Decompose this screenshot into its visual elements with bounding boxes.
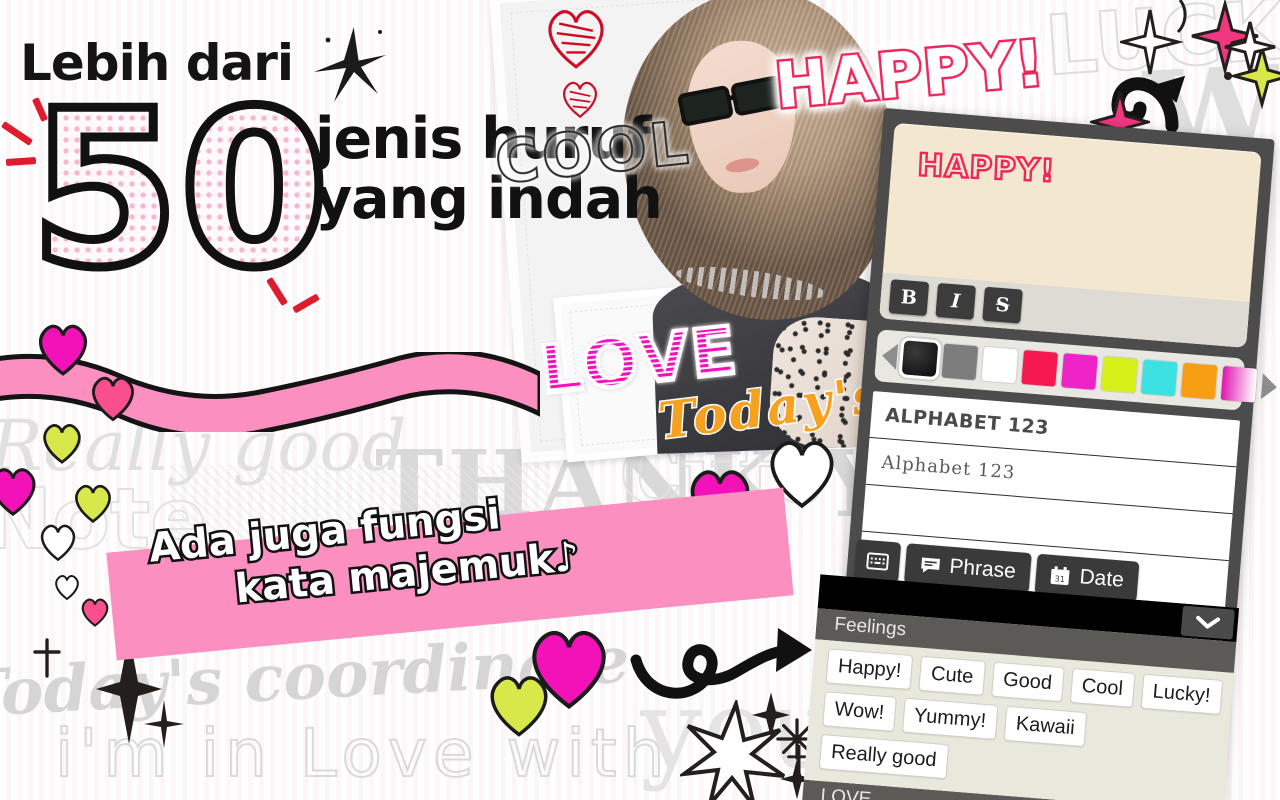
heart-doodle-pink [81,598,109,627]
headline-number-50: 50 [25,64,333,315]
heart-doodle-pink [92,376,134,422]
palette-next-arrow-icon[interactable] [1260,373,1278,401]
color-swatch-orange[interactable] [1180,362,1218,400]
bold-button[interactable]: B [888,279,930,317]
color-swatch-crimson[interactable] [1021,350,1058,387]
heart-doodle-lime [490,676,548,737]
phrase-chip[interactable]: Cool [1069,667,1136,708]
tab-keyboard[interactable] [854,539,902,583]
promo-screenshot: LUCKY! WO THANK YOU Today's coordinate i… [0,0,1280,800]
color-swatch-magenta[interactable] [1061,353,1098,390]
cross-sparkle-icon [33,638,61,678]
phrase-chip[interactable]: Wow! [822,691,897,732]
heart-doodle-lime [75,484,111,524]
editor-text-value: HAPPY! [916,146,1058,191]
phrase-chip[interactable]: Kawaii [1003,705,1088,748]
speech-bubble-icon [919,555,942,575]
tab-phrase-label: Phrase [948,554,1017,584]
heart-doodle-magenta [0,468,36,517]
font-sample-bold-block: ALPHABET 123 [884,404,1050,440]
keyboard-icon [866,551,890,571]
color-swatch-white[interactable] [981,346,1019,384]
color-swatch-lime[interactable] [1101,356,1138,394]
phrase-chip[interactable]: Yummy! [901,697,999,740]
app-editor-panel: HAPPY! B I S ALPHABET 123 Alphabet 123 A… [801,108,1278,800]
sparkle-cluster-icon [1224,21,1276,80]
strikethrough-button[interactable]: S [982,286,1023,324]
color-swatch-black[interactable] [901,340,939,378]
sparkle-burst-icon [314,25,389,102]
heart-scribble-red-large [548,10,604,69]
sparkle-icon [144,700,184,748]
font-sample-inverted-box: ALPHABET 123 [877,498,1002,529]
phrase-picker: Feelings Happy! Cute Good Cool Lucky! Wo… [797,574,1240,800]
collapse-button[interactable] [1180,605,1235,640]
chevron-down-icon [1196,615,1221,629]
calendar-icon: 31 [1049,566,1072,586]
svg-text:31: 31 [1054,574,1065,584]
color-swatch-grey[interactable] [941,343,979,381]
phrase-chip[interactable]: Cute [918,655,986,696]
heart-scribble-red-small [563,81,597,118]
italic-button[interactable]: I [935,282,977,320]
font-sample-handwriting: Alphabet 123 [880,451,1017,484]
heart-doodle-lime [43,424,81,464]
phrase-chip[interactable]: Happy! [825,648,914,691]
text-editor-area[interactable]: HAPPY! B I S [879,122,1262,348]
color-swatch-magenta-gradient[interactable] [1220,366,1258,403]
phrase-chip[interactable]: Lucky! [1140,673,1223,715]
phrase-chip[interactable]: Good [990,661,1065,703]
heart-doodle-outline [40,524,76,562]
heart-doodle-magenta [38,324,88,376]
phrase-chip[interactable]: Really good [818,734,949,780]
palette-prev-arrow-icon[interactable] [881,342,899,370]
color-swatch-cyan[interactable] [1140,359,1178,397]
tab-date-label: Date [1078,565,1125,592]
